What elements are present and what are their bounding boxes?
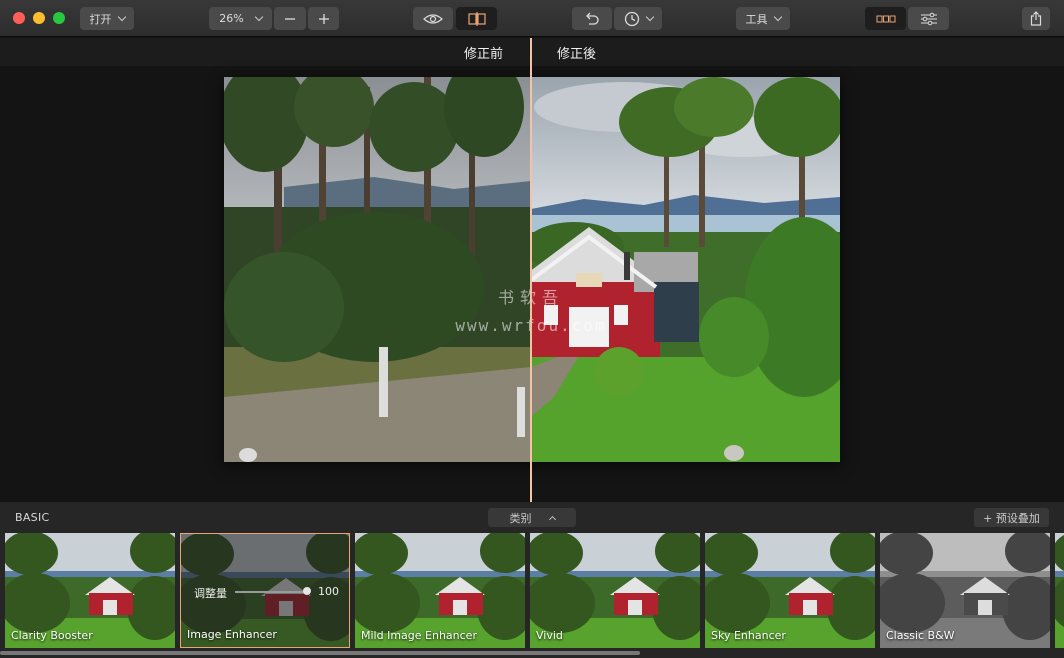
category-dropdown[interactable]: 类别 xyxy=(488,508,576,527)
preset-name: Image Enhancer xyxy=(187,628,277,641)
chevron-down-icon xyxy=(117,12,126,22)
filmstrip-icon xyxy=(876,15,895,22)
window-minimize-button[interactable] xyxy=(33,12,45,24)
zoom-dropdown[interactable]: 26% xyxy=(209,7,272,30)
tools-dropdown[interactable]: 工具 xyxy=(736,7,790,30)
zoom-out-button[interactable] xyxy=(274,7,306,30)
minus-icon xyxy=(285,17,295,20)
filmstrip-toggle[interactable] xyxy=(865,7,906,30)
presets-scrollbar[interactable] xyxy=(0,651,640,655)
share-icon xyxy=(1030,11,1042,26)
split-compare-icon xyxy=(467,11,486,26)
image-canvas[interactable]: 书软吾 www.wrfou.com xyxy=(0,66,1064,502)
preset-name: Classic B&W xyxy=(886,629,955,642)
preset-preview-image xyxy=(1055,533,1064,648)
preview-button[interactable] xyxy=(413,7,453,30)
preset-thumbnail[interactable]: Vivid xyxy=(530,533,700,648)
preset-name: Sky Enhancer xyxy=(711,629,786,642)
preset-name: Clarity Booster xyxy=(11,629,93,642)
after-label: 修正後 xyxy=(557,47,597,62)
preset-name: Mild Image Enhancer xyxy=(361,629,477,642)
amount-slider-track[interactable] xyxy=(235,591,307,593)
preset-thumbnail-selected[interactable]: 调整量 100 Image Enhancer xyxy=(180,533,350,648)
plus-icon xyxy=(318,13,329,24)
chevron-up-icon xyxy=(548,515,556,523)
adjustments-toggle[interactable] xyxy=(908,7,949,30)
open-label: 打开 xyxy=(89,12,112,26)
amount-value: 100 xyxy=(318,585,339,598)
compare-labels-bar: 修正前 修正後 xyxy=(0,38,1064,66)
eye-icon xyxy=(423,13,443,24)
chevron-down-icon xyxy=(645,12,654,22)
category-dropdown-label: 类别 xyxy=(509,511,532,525)
preset-name: Vivid xyxy=(536,629,563,642)
split-compare-button[interactable] xyxy=(456,7,497,30)
open-button[interactable]: 打开 xyxy=(80,7,134,30)
undo-icon xyxy=(586,12,599,25)
chevron-down-icon xyxy=(773,12,782,22)
amount-slider-handle[interactable] xyxy=(303,587,311,595)
preset-thumbnail-partial[interactable] xyxy=(1055,533,1064,648)
zoom-in-button[interactable] xyxy=(308,7,339,30)
chevron-down-icon xyxy=(254,12,263,22)
landscape-photo: 书软吾 www.wrfou.com xyxy=(224,77,840,462)
tools-label: 工具 xyxy=(745,12,768,26)
window-maximize-button[interactable] xyxy=(53,12,65,24)
undo-button[interactable] xyxy=(572,7,612,30)
preset-thumbnail[interactable]: Classic B&W xyxy=(880,533,1050,648)
amount-label: 调整量 xyxy=(194,587,227,600)
category-header: BASIC xyxy=(15,511,50,524)
toolbar: 打开 26% 工具 xyxy=(0,0,1064,37)
add-preset-layer-button[interactable]: + 预设叠加 xyxy=(974,508,1049,527)
before-label: 修正前 xyxy=(464,47,504,62)
presets-panel: BASIC 类别 + 预设叠加 Clarity Booster 调整量 100 … xyxy=(0,502,1064,658)
history-icon xyxy=(624,11,639,26)
zoom-value: 26% xyxy=(219,12,244,25)
preset-thumbnail[interactable]: Clarity Booster xyxy=(5,533,175,648)
photo-preview[interactable]: 书软吾 www.wrfou.com xyxy=(224,77,840,462)
sliders-icon xyxy=(920,12,937,25)
window-close-button[interactable] xyxy=(13,12,25,24)
share-button[interactable] xyxy=(1022,7,1050,30)
preset-thumbnail[interactable]: Mild Image Enhancer xyxy=(355,533,525,648)
preset-thumbnail[interactable]: Sky Enhancer xyxy=(705,533,875,648)
compare-divider-handle[interactable] xyxy=(530,38,532,502)
history-dropdown[interactable] xyxy=(614,7,662,30)
add-preset-label: + 预设叠加 xyxy=(983,511,1040,525)
